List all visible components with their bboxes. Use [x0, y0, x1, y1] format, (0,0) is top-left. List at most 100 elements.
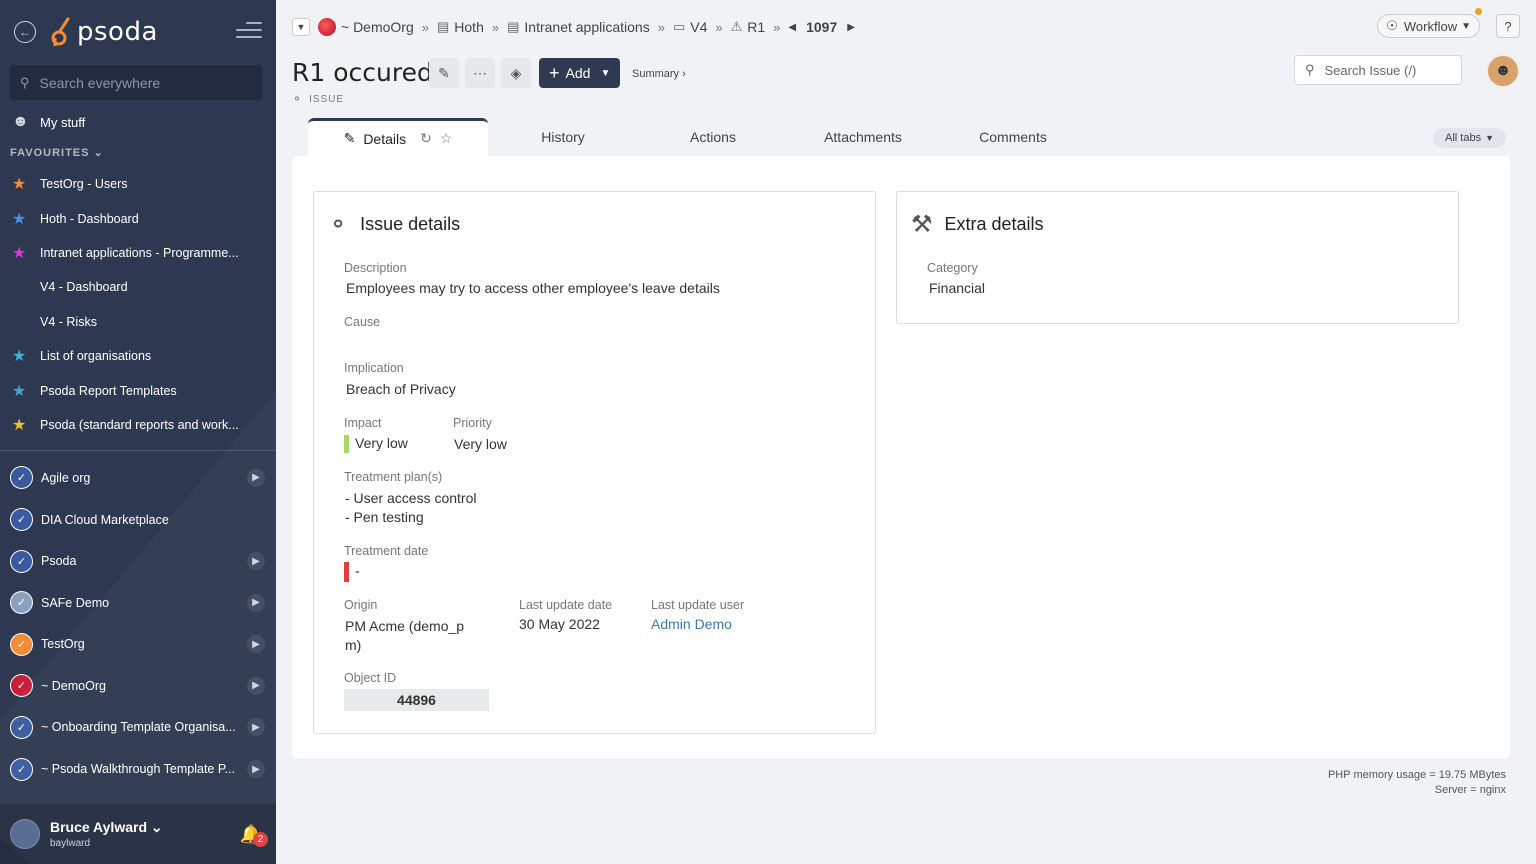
- more-options-icon[interactable]: ⋯: [465, 58, 495, 88]
- tab-actions[interactable]: Actions: [638, 118, 788, 156]
- portfolio-icon: ▤: [436, 19, 450, 34]
- breadcrumb-hoth[interactable]: ▤ Hoth: [437, 19, 484, 35]
- all-tabs-label: All tabs: [1445, 132, 1482, 144]
- star-icon[interactable]: ☆: [440, 130, 453, 147]
- workflow-label: Workflow: [1403, 18, 1458, 34]
- organisation-item[interactable]: ✓ SAFe Demo ▶: [0, 582, 276, 624]
- origin-label: Origin: [344, 598, 378, 612]
- impact-label: Impact: [344, 416, 382, 430]
- chevron-right-icon[interactable]: ▶: [247, 552, 265, 571]
- last-update-date-label: Last update date: [519, 598, 613, 612]
- favourite-item[interactable]: ★ Psoda (standard reports and work...: [0, 408, 276, 442]
- favourites-header[interactable]: FAVOURITES ⌄: [0, 144, 276, 167]
- chevron-right-icon[interactable]: ▶: [247, 760, 265, 779]
- breadcrumb-intranet-applications[interactable]: ▤ Intranet applications: [507, 19, 650, 35]
- tab-history[interactable]: History: [488, 118, 638, 156]
- tab-comments[interactable]: Comments: [938, 118, 1088, 156]
- treatment-plans-label: Treatment plan(s): [344, 470, 443, 484]
- favourite-item[interactable]: ★ TestOrg - Users: [0, 167, 276, 201]
- sidebar: ← psoda ⚲ Search everywhere ☻ My stuff F…: [0, 0, 276, 864]
- previous-item-icon[interactable]: ◀: [788, 22, 796, 33]
- treatment-plan-link[interactable]: - Pen testing: [345, 509, 424, 525]
- star-icon: ★: [12, 313, 27, 331]
- chevron-right-icon[interactable]: ▶: [247, 468, 265, 487]
- my-stuff-label: My stuff: [40, 114, 86, 130]
- organisation-item[interactable]: ✓ DIA Cloud Marketplace: [0, 499, 276, 541]
- breadcrumb-org[interactable]: ~ DemoOrg: [318, 18, 414, 36]
- origin-value: PM Acme (demo_p m): [345, 618, 465, 653]
- favourite-item[interactable]: ★ List of organisations: [0, 339, 276, 373]
- last-update-user-link[interactable]: Admin Demo: [651, 616, 732, 632]
- breadcrumb-v4[interactable]: ▭ V4: [673, 19, 707, 35]
- extra-details-header: ⚒ Extra details: [911, 210, 1044, 239]
- organisation-item[interactable]: ✓ Agile org ▶: [0, 457, 276, 499]
- star-icon: ★: [12, 348, 27, 366]
- user-panel[interactable]: Bruce Aylward ⌄ baylward 🔔 2: [0, 804, 276, 864]
- organisation-label: TestOrg: [41, 637, 85, 652]
- title-toolbar: ✎ ⋯ ◈ + Add ▼: [429, 58, 621, 88]
- description-value: Employees may try to access other employ…: [346, 280, 720, 296]
- tab-attachments[interactable]: Attachments: [788, 118, 938, 156]
- details-panel: ⚬ Issue details Description Employees ma…: [292, 156, 1510, 759]
- all-tabs-button[interactable]: All tabs ▼: [1433, 128, 1506, 148]
- chevron-right-icon[interactable]: ▶: [247, 635, 265, 654]
- favourites-list: ★ TestOrg - Users ★ Hoth - Dashboard ★ Intran…: [0, 167, 276, 442]
- help-button[interactable]: ?: [1496, 14, 1520, 38]
- organisation-item[interactable]: ✓ ~ DemoOrg ▶: [0, 665, 276, 707]
- favourite-item[interactable]: ★ Intranet applications - Programme...: [0, 236, 276, 270]
- organisation-item[interactable]: ✓ ~ Onboarding Template Organisa... ▶: [0, 707, 276, 749]
- refresh-icon[interactable]: ↻: [420, 130, 432, 147]
- chevron-down-icon: ▼: [1485, 133, 1494, 143]
- chevron-right-icon[interactable]: ▶: [247, 676, 265, 695]
- chevron-right-icon[interactable]: ▶: [247, 718, 265, 737]
- favourite-item[interactable]: ★ V4 - Dashboard: [0, 270, 276, 304]
- favourite-item[interactable]: ★ Psoda Report Templates: [0, 373, 276, 407]
- last-update-date-value: 30 May 2022: [519, 616, 600, 632]
- sidebar-search-input[interactable]: ⚲ Search everywhere: [10, 65, 262, 100]
- breadcrumb-r1[interactable]: ⚠ R1: [731, 19, 766, 35]
- server-info: Server = nginx: [1434, 784, 1506, 796]
- add-button[interactable]: + Add ▼: [539, 58, 621, 88]
- user-avatar: [10, 819, 40, 849]
- favourite-label: Hoth - Dashboard: [40, 211, 139, 226]
- breadcrumb: ▼ ~ DemoOrg » ▤ Hoth » ▤ Intranet applic…: [292, 18, 855, 36]
- organisation-label: SAFe Demo: [41, 595, 110, 610]
- tab-details-label: Details: [363, 130, 407, 147]
- priority-value: Very low: [454, 436, 507, 452]
- next-item-icon[interactable]: ▶: [847, 22, 855, 33]
- collapse-sidebar-icon[interactable]: [236, 22, 262, 40]
- organisation-item[interactable]: ✓ ~ Psoda Walkthrough Template P... ▶: [0, 748, 276, 790]
- treatment-plan-link[interactable]: - User access control: [345, 490, 476, 506]
- sidebar-header: ← psoda: [0, 0, 276, 64]
- org-avatar-icon: [318, 18, 336, 36]
- favourite-label: Intranet applications - Programme...: [40, 245, 239, 260]
- user-icon: ☻: [12, 113, 29, 130]
- tag-icon[interactable]: ◈: [501, 58, 531, 88]
- organisation-item[interactable]: ✓ Psoda ▶: [0, 540, 276, 582]
- breadcrumb-dropdown-icon[interactable]: ▼: [292, 18, 310, 36]
- breadcrumb-hoth-label: Hoth: [454, 19, 484, 35]
- chevron-right-icon[interactable]: ▶: [247, 593, 265, 612]
- notifications-bell-icon[interactable]: 🔔 2: [240, 824, 268, 847]
- my-stuff-link[interactable]: ☻ My stuff: [0, 100, 276, 144]
- psoda-logo[interactable]: psoda: [50, 17, 158, 47]
- object-id-value: 44896: [344, 689, 489, 711]
- back-arrow-icon[interactable]: ←: [14, 21, 36, 43]
- edit-pencil-icon[interactable]: ✎: [429, 58, 459, 88]
- search-issue-input[interactable]: ⚲ Search Issue (/): [1294, 55, 1462, 85]
- summary-link[interactable]: Summary ›: [632, 68, 686, 80]
- organisation-label: Psoda: [41, 554, 77, 569]
- favourite-item[interactable]: ★ Hoth - Dashboard: [0, 201, 276, 235]
- category-label: Category: [927, 261, 978, 275]
- workflow-button[interactable]: ☉ Workflow ▼: [1377, 8, 1482, 38]
- issue-details-card: ⚬ Issue details Description Employees ma…: [313, 191, 876, 734]
- favourite-item[interactable]: ★ V4 - Risks: [0, 305, 276, 339]
- description-label: Description: [344, 261, 407, 275]
- object-id-label: Object ID: [344, 671, 397, 685]
- plus-icon: +: [549, 62, 560, 83]
- workflow-notification-dot: [1475, 8, 1482, 15]
- star-icon: ★: [12, 416, 27, 434]
- tab-details[interactable]: ✎ Details ↻ ☆: [308, 118, 488, 156]
- user-avatar-header[interactable]: ☻: [1486, 54, 1520, 88]
- organisation-item[interactable]: ✓ TestOrg ▶: [0, 624, 276, 666]
